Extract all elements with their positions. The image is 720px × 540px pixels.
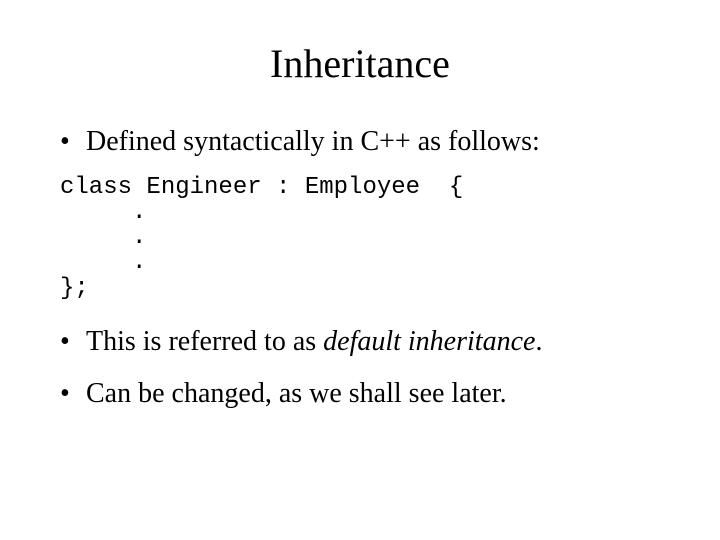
bullet-item-3: Can be changed, as we shall see later. bbox=[60, 375, 660, 413]
bullet-text-2-pre: This is referred to as bbox=[86, 326, 323, 357]
bullet-text-3: Can be changed, as we shall see later. bbox=[86, 378, 507, 409]
bullet-list: Defined syntactically in C++ as follows: bbox=[60, 123, 660, 161]
slide: Inheritance Defined syntactically in C++… bbox=[0, 0, 720, 540]
bullet-list-2: This is referred to as default inheritan… bbox=[60, 323, 660, 413]
bullet-text-1: Defined syntactically in C++ as follows: bbox=[86, 126, 540, 157]
bullet-item-2: This is referred to as default inheritan… bbox=[60, 323, 660, 361]
code-block: class Engineer : Employee { . . . }; bbox=[60, 175, 660, 301]
bullet-text-2-post: . bbox=[535, 326, 542, 357]
slide-title: Inheritance bbox=[60, 40, 660, 87]
bullet-text-2-italic: default inheritance bbox=[323, 326, 535, 357]
bullet-item-1: Defined syntactically in C++ as follows: bbox=[60, 123, 660, 161]
